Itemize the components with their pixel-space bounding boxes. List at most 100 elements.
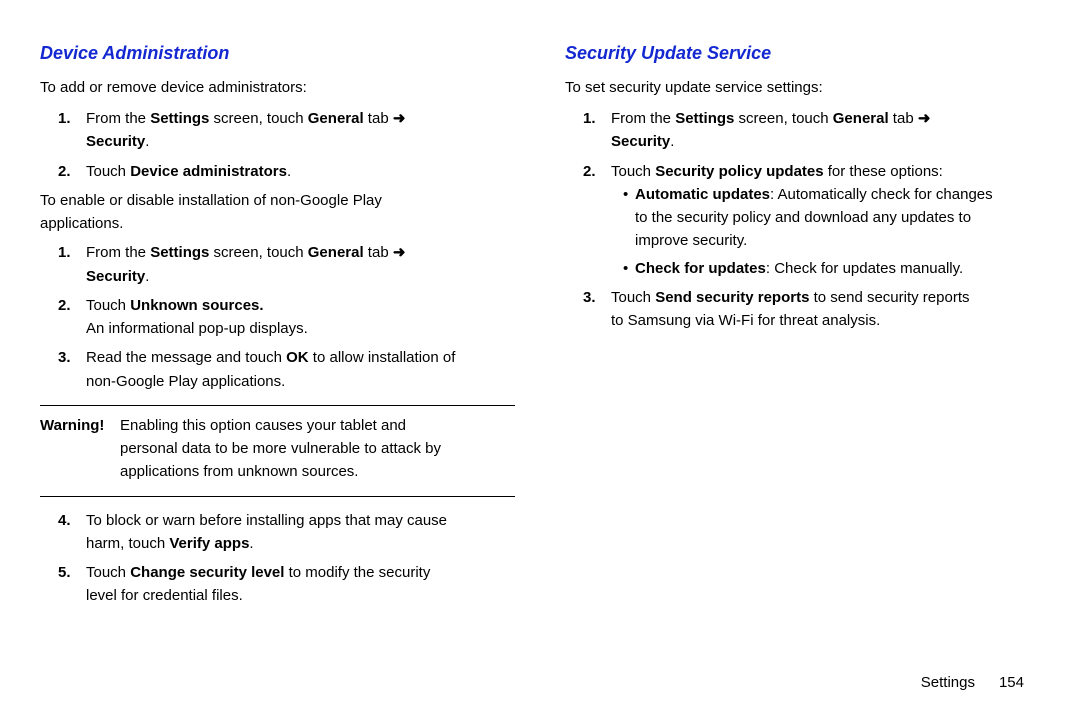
text: personal data to be more vulnerable to a… — [120, 440, 441, 457]
step-text: From the Settings screen, touch General … — [86, 244, 405, 284]
text: Touch — [86, 163, 130, 180]
step-number: 2. — [58, 294, 71, 317]
list-post-warning-steps: 4. To block or warn before installing ap… — [40, 509, 515, 608]
step-2b-unknown-sources: 2. Touch Unknown sources. An information… — [86, 294, 515, 341]
bold-security: Security — [86, 133, 145, 150]
text: From the — [611, 110, 675, 127]
text: Read the message and touch — [86, 349, 286, 366]
intro-add-remove: To add or remove device administrators: — [40, 76, 515, 99]
text: to allow installation of — [309, 349, 456, 366]
bold-general: General — [308, 110, 364, 127]
arrow-icon: ➜ — [393, 110, 406, 127]
step-text: Touch Change security level to modify th… — [86, 564, 430, 604]
text: From the — [86, 110, 150, 127]
step-number: 2. — [583, 160, 596, 183]
list-unknown-sources-steps: 1. From the Settings screen, touch Gener… — [40, 241, 515, 393]
text: . — [145, 268, 149, 285]
bold-settings: Settings — [675, 110, 734, 127]
step-text: Touch Unknown sources. An informational … — [86, 297, 308, 337]
step-text: From the Settings screen, touch General … — [611, 110, 930, 150]
step-text: To block or warn before installing apps … — [86, 512, 447, 552]
step-number: 4. — [58, 509, 71, 532]
bold-automatic-updates: Automatic updates — [635, 186, 770, 203]
bold-general: General — [308, 244, 364, 261]
options-bullets: Automatic updates: Automatically check f… — [611, 183, 1040, 280]
step-text: Touch Security policy updates for these … — [611, 163, 943, 180]
step-text: Touch Device administrators. — [86, 163, 291, 180]
bold-verify-apps: Verify apps — [169, 535, 249, 552]
bold-unknown-sources: Unknown sources. — [130, 297, 263, 314]
bold-ok: OK — [286, 349, 309, 366]
text: Touch — [86, 564, 130, 581]
bold-settings: Settings — [150, 110, 209, 127]
step-r2-security-policy-updates: 2. Touch Security policy updates for the… — [611, 160, 1040, 280]
heading-device-admin: Device Administration — [40, 40, 515, 68]
step-2-device-admins: 2. Touch Device administrators. — [86, 160, 515, 183]
list-security-update-steps: 1. From the Settings screen, touch Gener… — [565, 107, 1040, 332]
footer-page-number: 154 — [999, 674, 1024, 691]
bold-change-security-level: Change security level — [130, 564, 284, 581]
step-4-verify-apps: 4. To block or warn before installing ap… — [86, 509, 515, 556]
text: An informational pop-up displays. — [86, 320, 308, 337]
step-text: Touch Send security reports to send secu… — [611, 289, 970, 329]
text: . — [670, 133, 674, 150]
text: to Samsung via Wi-Fi for threat analysis… — [611, 312, 880, 329]
step-1b-settings-security: 1. From the Settings screen, touch Gener… — [86, 241, 515, 288]
footer-section: Settings — [921, 674, 975, 691]
bold-settings: Settings — [150, 244, 209, 261]
step-r3-send-security-reports: 3. Touch Send security reports to send s… — [611, 286, 1040, 333]
left-column: Device Administration To add or remove d… — [40, 40, 515, 614]
bold-check-for-updates: Check for updates — [635, 260, 766, 277]
step-1-settings-security: 1. From the Settings screen, touch Gener… — [86, 107, 515, 154]
intro-non-google: To enable or disable installation of non… — [40, 189, 515, 236]
text: tab — [364, 244, 393, 261]
intro-security-update: To set security update service settings: — [565, 76, 1040, 99]
heading-security-update: Security Update Service — [565, 40, 1040, 68]
bold-send-security-reports: Send security reports — [655, 289, 809, 306]
text: applications from unknown sources. — [120, 463, 358, 480]
text: . — [287, 163, 291, 180]
step-number: 2. — [58, 160, 71, 183]
right-column: Security Update Service To set security … — [565, 40, 1040, 614]
step-number: 1. — [58, 107, 71, 130]
page-columns: Device Administration To add or remove d… — [40, 40, 1040, 614]
text: Touch — [86, 297, 130, 314]
bold-security: Security — [611, 133, 670, 150]
text: Touch — [611, 289, 655, 306]
warning-content: Warning! Enabling this option causes you… — [40, 414, 515, 484]
step-text: Read the message and touch OK to allow i… — [86, 349, 455, 389]
bold-security-policy-updates: Security policy updates — [655, 163, 823, 180]
step-number: 1. — [58, 241, 71, 264]
step-number: 3. — [58, 346, 71, 369]
list-admin-steps: 1. From the Settings screen, touch Gener… — [40, 107, 515, 183]
text: screen, touch — [209, 110, 307, 127]
text: to modify the security — [284, 564, 430, 581]
text: To enable or disable installation of non… — [40, 192, 382, 209]
step-5-change-security-level: 5. Touch Change security level to modify… — [86, 561, 515, 608]
text: Touch — [611, 163, 655, 180]
text: To block or warn before installing apps … — [86, 512, 447, 529]
text: improve security. — [635, 232, 747, 249]
arrow-icon: ➜ — [393, 244, 406, 261]
text: applications. — [40, 215, 123, 232]
step-3-read-message: 3. Read the message and touch OK to allo… — [86, 346, 515, 393]
text: to send security reports — [809, 289, 969, 306]
text: harm, touch — [86, 535, 169, 552]
text: From the — [86, 244, 150, 261]
text: to the security policy and download any … — [635, 209, 971, 226]
text: : Check for updates manually. — [766, 260, 963, 277]
bullet-automatic-updates: Automatic updates: Automatically check f… — [623, 183, 1040, 253]
page-footer: Settings 154 — [921, 671, 1024, 694]
step-text: From the Settings screen, touch General … — [86, 110, 405, 150]
bold-general: General — [833, 110, 889, 127]
text: tab — [889, 110, 918, 127]
text: screen, touch — [209, 244, 307, 261]
arrow-icon: ➜ — [918, 110, 931, 127]
warning-label: Warning! — [40, 414, 104, 437]
text: : Automatically check for changes — [770, 186, 993, 203]
bold-device-admins: Device administrators — [130, 163, 287, 180]
step-r1-settings-security: 1. From the Settings screen, touch Gener… — [611, 107, 1040, 154]
text: screen, touch — [734, 110, 832, 127]
text: Enabling this option causes your tablet … — [120, 417, 406, 434]
text: non-Google Play applications. — [86, 373, 285, 390]
